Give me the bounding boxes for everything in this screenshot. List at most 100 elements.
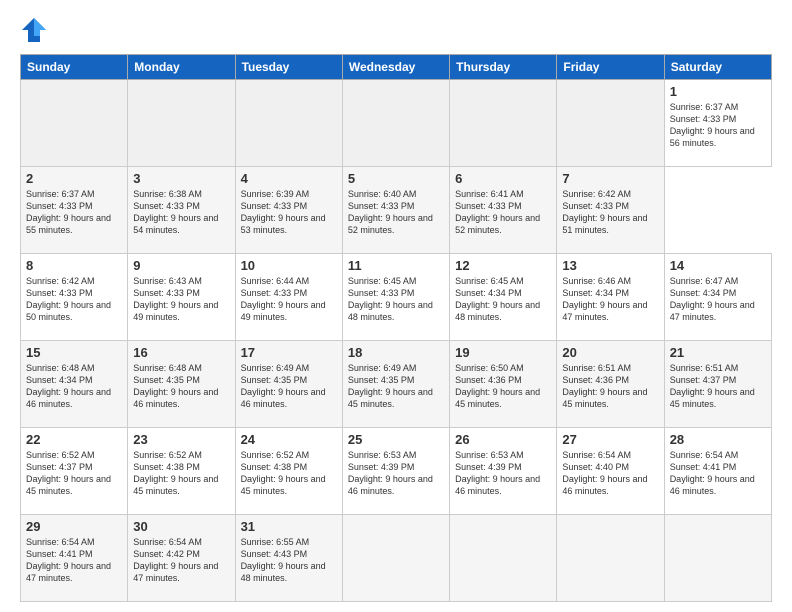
empty-cell bbox=[450, 515, 557, 602]
day-number: 13 bbox=[562, 258, 658, 273]
sunrise-text: Sunrise: 6:42 AM bbox=[26, 275, 122, 287]
sunset-text: Sunset: 4:33 PM bbox=[348, 200, 444, 212]
daylight-text: Daylight: 9 hours and 45 minutes. bbox=[133, 473, 229, 497]
sunset-text: Sunset: 4:41 PM bbox=[26, 548, 122, 560]
calendar-week-row: 29 Sunrise: 6:54 AM Sunset: 4:41 PM Dayl… bbox=[21, 515, 772, 602]
sunset-text: Sunset: 4:40 PM bbox=[562, 461, 658, 473]
sunrise-text: Sunrise: 6:54 AM bbox=[26, 536, 122, 548]
sunset-text: Sunset: 4:33 PM bbox=[133, 287, 229, 299]
daylight-text: Daylight: 9 hours and 46 minutes. bbox=[26, 386, 122, 410]
day-info: Sunrise: 6:49 AM Sunset: 4:35 PM Dayligh… bbox=[241, 362, 337, 411]
sunrise-text: Sunrise: 6:52 AM bbox=[133, 449, 229, 461]
daylight-text: Daylight: 9 hours and 47 minutes. bbox=[133, 560, 229, 584]
empty-cell bbox=[664, 515, 771, 602]
sunrise-text: Sunrise: 6:53 AM bbox=[455, 449, 551, 461]
sunrise-text: Sunrise: 6:41 AM bbox=[455, 188, 551, 200]
sunrise-text: Sunrise: 6:55 AM bbox=[241, 536, 337, 548]
sunset-text: Sunset: 4:39 PM bbox=[455, 461, 551, 473]
day-info: Sunrise: 6:45 AM Sunset: 4:34 PM Dayligh… bbox=[455, 275, 551, 324]
day-number: 10 bbox=[241, 258, 337, 273]
sunset-text: Sunset: 4:36 PM bbox=[455, 374, 551, 386]
day-info: Sunrise: 6:52 AM Sunset: 4:38 PM Dayligh… bbox=[241, 449, 337, 498]
daylight-text: Daylight: 9 hours and 45 minutes. bbox=[670, 386, 766, 410]
day-info: Sunrise: 6:38 AM Sunset: 4:33 PM Dayligh… bbox=[133, 188, 229, 237]
calendar-day-cell: 17 Sunrise: 6:49 AM Sunset: 4:35 PM Dayl… bbox=[235, 341, 342, 428]
sunset-text: Sunset: 4:35 PM bbox=[241, 374, 337, 386]
empty-cell bbox=[128, 80, 235, 167]
day-number: 28 bbox=[670, 432, 766, 447]
day-number: 6 bbox=[455, 171, 551, 186]
sunset-text: Sunset: 4:38 PM bbox=[241, 461, 337, 473]
sunrise-text: Sunrise: 6:39 AM bbox=[241, 188, 337, 200]
calendar-day-cell: 30 Sunrise: 6:54 AM Sunset: 4:42 PM Dayl… bbox=[128, 515, 235, 602]
day-number: 29 bbox=[26, 519, 122, 534]
sunset-text: Sunset: 4:34 PM bbox=[26, 374, 122, 386]
daylight-text: Daylight: 9 hours and 49 minutes. bbox=[241, 299, 337, 323]
daylight-text: Daylight: 9 hours and 46 minutes. bbox=[348, 473, 444, 497]
sunrise-text: Sunrise: 6:37 AM bbox=[26, 188, 122, 200]
page: SundayMondayTuesdayWednesdayThursdayFrid… bbox=[0, 0, 792, 612]
day-number: 24 bbox=[241, 432, 337, 447]
daylight-text: Daylight: 9 hours and 46 minutes. bbox=[670, 473, 766, 497]
calendar-week-row: 8 Sunrise: 6:42 AM Sunset: 4:33 PM Dayli… bbox=[21, 254, 772, 341]
daylight-text: Daylight: 9 hours and 45 minutes. bbox=[26, 473, 122, 497]
day-info: Sunrise: 6:55 AM Sunset: 4:43 PM Dayligh… bbox=[241, 536, 337, 585]
day-number: 2 bbox=[26, 171, 122, 186]
calendar-day-cell: 11 Sunrise: 6:45 AM Sunset: 4:33 PM Dayl… bbox=[342, 254, 449, 341]
sunset-text: Sunset: 4:39 PM bbox=[348, 461, 444, 473]
calendar-week-row: 1 Sunrise: 6:37 AM Sunset: 4:33 PM Dayli… bbox=[21, 80, 772, 167]
day-info: Sunrise: 6:51 AM Sunset: 4:37 PM Dayligh… bbox=[670, 362, 766, 411]
day-info: Sunrise: 6:37 AM Sunset: 4:33 PM Dayligh… bbox=[26, 188, 122, 237]
daylight-text: Daylight: 9 hours and 54 minutes. bbox=[133, 212, 229, 236]
logo bbox=[20, 16, 52, 44]
sunset-text: Sunset: 4:35 PM bbox=[348, 374, 444, 386]
sunrise-text: Sunrise: 6:54 AM bbox=[562, 449, 658, 461]
day-number: 30 bbox=[133, 519, 229, 534]
calendar-week-row: 22 Sunrise: 6:52 AM Sunset: 4:37 PM Dayl… bbox=[21, 428, 772, 515]
calendar-day-cell: 28 Sunrise: 6:54 AM Sunset: 4:41 PM Dayl… bbox=[664, 428, 771, 515]
day-number: 20 bbox=[562, 345, 658, 360]
daylight-text: Daylight: 9 hours and 46 minutes. bbox=[241, 386, 337, 410]
day-info: Sunrise: 6:50 AM Sunset: 4:36 PM Dayligh… bbox=[455, 362, 551, 411]
day-info: Sunrise: 6:52 AM Sunset: 4:37 PM Dayligh… bbox=[26, 449, 122, 498]
calendar-day-cell: 6 Sunrise: 6:41 AM Sunset: 4:33 PM Dayli… bbox=[450, 167, 557, 254]
day-number: 3 bbox=[133, 171, 229, 186]
day-number: 12 bbox=[455, 258, 551, 273]
day-number: 31 bbox=[241, 519, 337, 534]
calendar-day-cell: 16 Sunrise: 6:48 AM Sunset: 4:35 PM Dayl… bbox=[128, 341, 235, 428]
empty-cell bbox=[21, 80, 128, 167]
header bbox=[20, 16, 772, 44]
calendar-day-cell: 23 Sunrise: 6:52 AM Sunset: 4:38 PM Dayl… bbox=[128, 428, 235, 515]
daylight-text: Daylight: 9 hours and 47 minutes. bbox=[26, 560, 122, 584]
calendar-day-cell: 3 Sunrise: 6:38 AM Sunset: 4:33 PM Dayli… bbox=[128, 167, 235, 254]
calendar-day-cell: 25 Sunrise: 6:53 AM Sunset: 4:39 PM Dayl… bbox=[342, 428, 449, 515]
day-number: 18 bbox=[348, 345, 444, 360]
sunset-text: Sunset: 4:34 PM bbox=[562, 287, 658, 299]
calendar-day-cell: 9 Sunrise: 6:43 AM Sunset: 4:33 PM Dayli… bbox=[128, 254, 235, 341]
daylight-text: Daylight: 9 hours and 52 minutes. bbox=[455, 212, 551, 236]
day-number: 25 bbox=[348, 432, 444, 447]
calendar-day-cell: 19 Sunrise: 6:50 AM Sunset: 4:36 PM Dayl… bbox=[450, 341, 557, 428]
sunrise-text: Sunrise: 6:51 AM bbox=[562, 362, 658, 374]
calendar-day-cell: 5 Sunrise: 6:40 AM Sunset: 4:33 PM Dayli… bbox=[342, 167, 449, 254]
calendar-day-cell: 8 Sunrise: 6:42 AM Sunset: 4:33 PM Dayli… bbox=[21, 254, 128, 341]
day-info: Sunrise: 6:52 AM Sunset: 4:38 PM Dayligh… bbox=[133, 449, 229, 498]
calendar-day-cell: 14 Sunrise: 6:47 AM Sunset: 4:34 PM Dayl… bbox=[664, 254, 771, 341]
sunset-text: Sunset: 4:41 PM bbox=[670, 461, 766, 473]
calendar-header-row: SundayMondayTuesdayWednesdayThursdayFrid… bbox=[21, 55, 772, 80]
day-info: Sunrise: 6:54 AM Sunset: 4:41 PM Dayligh… bbox=[670, 449, 766, 498]
sunset-text: Sunset: 4:33 PM bbox=[670, 113, 766, 125]
calendar-day-cell: 7 Sunrise: 6:42 AM Sunset: 4:33 PM Dayli… bbox=[557, 167, 664, 254]
sunrise-text: Sunrise: 6:44 AM bbox=[241, 275, 337, 287]
calendar-day-cell: 31 Sunrise: 6:55 AM Sunset: 4:43 PM Dayl… bbox=[235, 515, 342, 602]
daylight-text: Daylight: 9 hours and 46 minutes. bbox=[562, 473, 658, 497]
day-info: Sunrise: 6:54 AM Sunset: 4:40 PM Dayligh… bbox=[562, 449, 658, 498]
calendar-day-cell: 12 Sunrise: 6:45 AM Sunset: 4:34 PM Dayl… bbox=[450, 254, 557, 341]
day-number: 8 bbox=[26, 258, 122, 273]
calendar-day-cell: 21 Sunrise: 6:51 AM Sunset: 4:37 PM Dayl… bbox=[664, 341, 771, 428]
sunrise-text: Sunrise: 6:54 AM bbox=[133, 536, 229, 548]
sunrise-text: Sunrise: 6:45 AM bbox=[348, 275, 444, 287]
empty-cell bbox=[342, 80, 449, 167]
sunrise-text: Sunrise: 6:38 AM bbox=[133, 188, 229, 200]
daylight-text: Daylight: 9 hours and 50 minutes. bbox=[26, 299, 122, 323]
